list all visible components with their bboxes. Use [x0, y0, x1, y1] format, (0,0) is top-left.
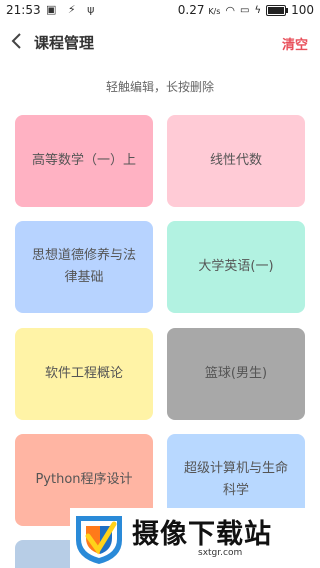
- watermark-text: 摄像下载站: [132, 519, 272, 550]
- clear-button[interactable]: 清空: [282, 34, 308, 53]
- course-card[interactable]: 思想道德修养与法律基础: [15, 221, 153, 313]
- hint-text: 轻触编辑，长按删除: [105, 80, 214, 94]
- header: 课程管理 清空: [0, 24, 320, 60]
- course-name: 线性代数: [209, 153, 262, 168]
- course-name: 思想道德修养与法律基础: [31, 248, 136, 285]
- battery-percent: 100: [291, 3, 314, 17]
- status-bar: 21:53 ▣ ⚡ ψ 0.27 K/s ◠ ▭ ϟ 100: [0, 0, 320, 22]
- page-title: 课程管理: [34, 34, 95, 52]
- course-card[interactable]: 软件工程概论: [15, 328, 153, 420]
- status-time: 21:53: [6, 3, 41, 17]
- sim-icon: ▭: [240, 4, 250, 16]
- notification-icons: ▣ ⚡ ψ: [46, 3, 99, 16]
- status-right: 0.27 K/s ◠ ▭ ϟ 100: [178, 3, 314, 17]
- course-name: 篮球(男生): [204, 366, 268, 381]
- course-card[interactable]: 高等数学（一）上: [15, 115, 153, 207]
- battery-fill: [268, 6, 285, 14]
- battery-icon: [266, 4, 289, 16]
- back-icon[interactable]: [10, 32, 26, 52]
- course-card[interactable]: 线性代数: [167, 115, 305, 207]
- watermark-logo-icon: [76, 516, 122, 564]
- charging-icon: ϟ: [254, 4, 262, 16]
- course-name: 软件工程概论: [44, 366, 123, 381]
- wifi-icon: ◠: [225, 3, 236, 17]
- watermark-url: sxtgr.com: [198, 548, 243, 558]
- course-name: Python程序设计: [35, 472, 133, 487]
- network-speed: 0.27 K/s: [177, 3, 221, 17]
- course-name: 高等数学（一）上: [31, 153, 136, 168]
- course-card[interactable]: 大学英语(一): [167, 221, 305, 313]
- course-card[interactable]: 篮球(男生): [167, 328, 305, 420]
- watermark: 摄像下载站 sxtgr.com: [70, 508, 320, 568]
- course-name: 超级计算机与生命科学: [183, 461, 288, 498]
- course-name: 大学英语(一): [198, 259, 274, 274]
